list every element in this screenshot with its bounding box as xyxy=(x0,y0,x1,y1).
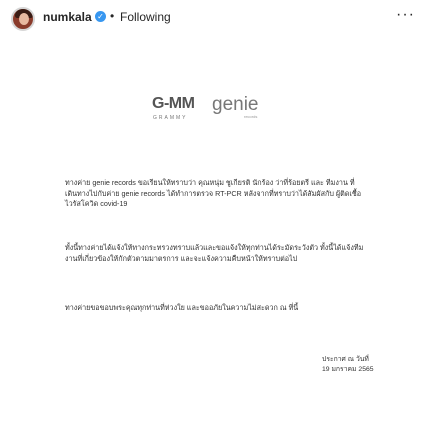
verified-badge-icon: ✓ xyxy=(95,11,106,22)
statement-paragraph-2: ทั้งนี้ทางค่ายได้แจ้งให้ทางกระทรวงทราบแล… xyxy=(65,243,364,263)
post-image: G-MM GRAMMY genie records ทางค่าย genie … xyxy=(0,38,425,445)
gmm-genie-logo: G-MM GRAMMY genie records xyxy=(152,94,272,135)
following-button[interactable]: Following xyxy=(120,10,171,24)
statement-paragraph-1: ทางค่าย genie records ขอเรียนให้ทราบว่า … xyxy=(65,178,362,209)
gmm-logo-subtext: GRAMMY xyxy=(153,115,188,121)
separator-dot: • xyxy=(110,9,115,23)
signature-line-2: 19 มกราคม 2565 xyxy=(322,366,374,373)
avatar-face xyxy=(19,13,29,25)
avatar[interactable] xyxy=(11,7,35,31)
post-header: numkala ✓ • Following ··· xyxy=(0,0,425,38)
username-link[interactable]: numkala xyxy=(43,10,92,24)
statement-paragraph-3: ทางค่ายขอขอบพระคุณทุกท่านที่ห่วงใย และขอ… xyxy=(65,303,299,312)
more-options-icon[interactable]: ··· xyxy=(396,6,415,24)
signature-line-1: ประกาศ ณ วันที่ xyxy=(322,356,369,363)
statement-signature: ประกาศ ณ วันที่ 19 มกราคม 2565 xyxy=(322,355,382,375)
gmm-logo-text: G-MM xyxy=(152,95,195,112)
genie-logo-text: genie xyxy=(212,94,259,115)
genie-logo-subtext: records xyxy=(244,114,258,119)
